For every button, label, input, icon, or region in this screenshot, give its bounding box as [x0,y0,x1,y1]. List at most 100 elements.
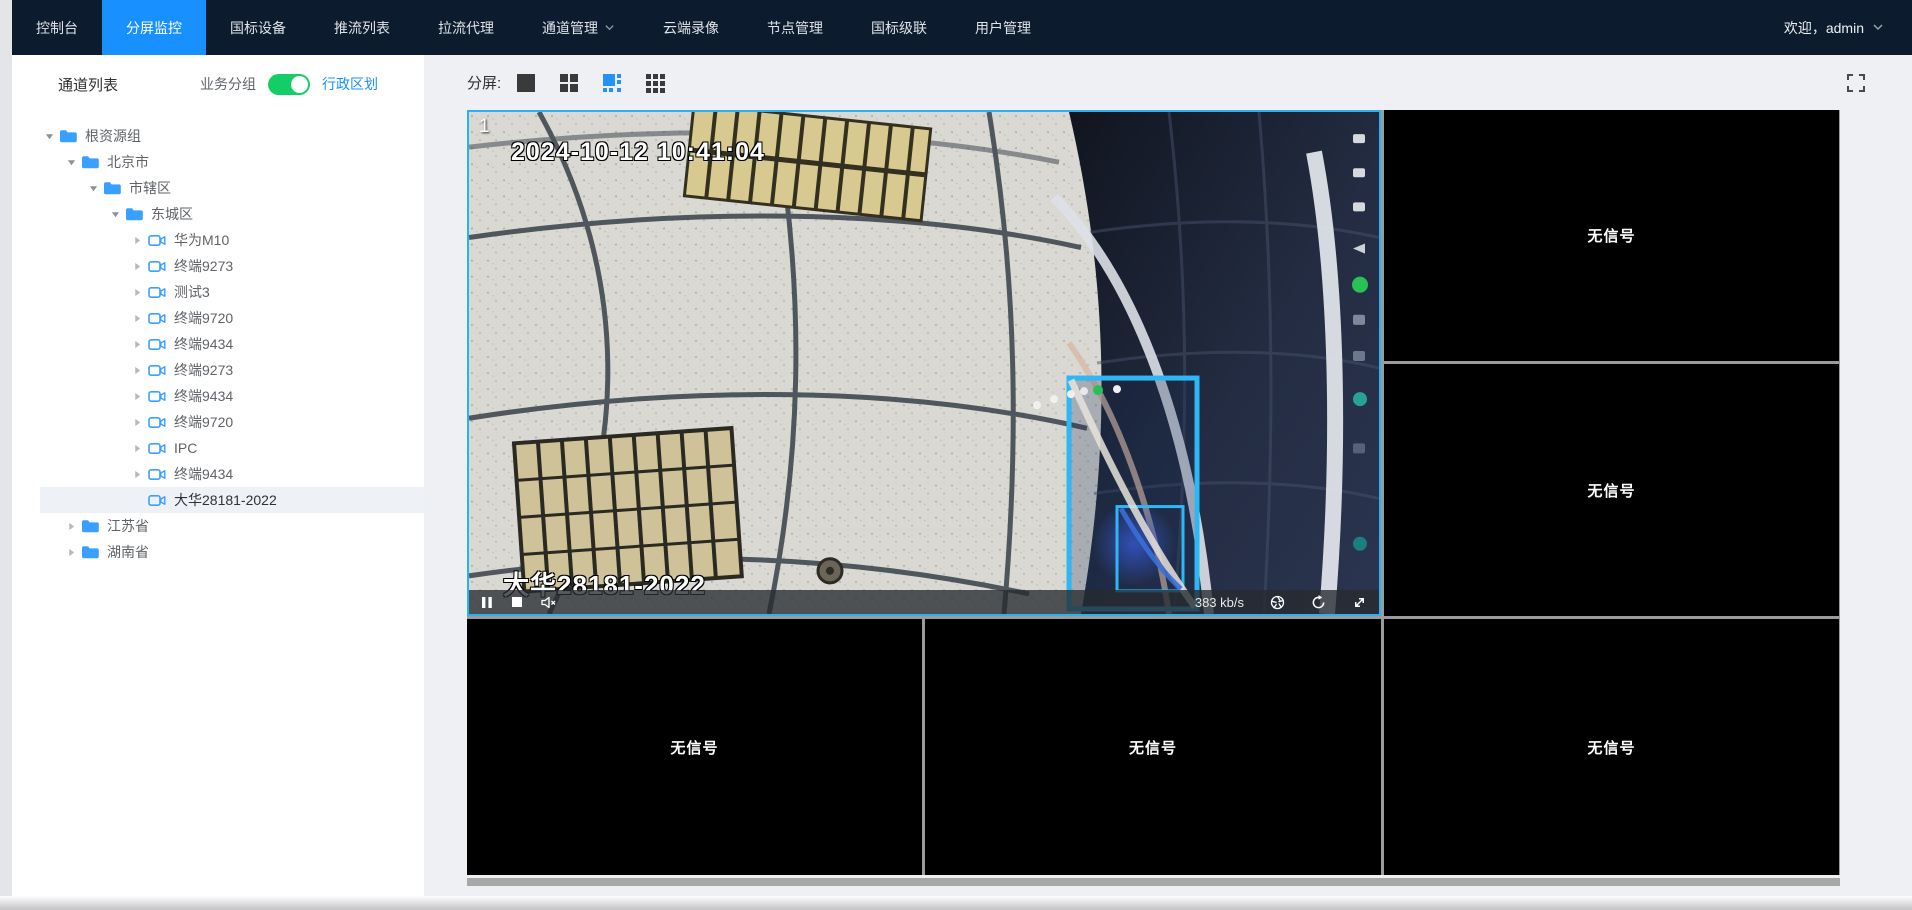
no-signal-text: 无信号 [1129,737,1177,758]
no-signal-text: 无信号 [1587,480,1635,501]
tree-item-folder-4[interactable]: 东城区 [12,201,424,227]
tree-item-folder-17[interactable]: 湖南省 [12,539,424,565]
tree-item-camera-8[interactable]: 终端9720 [12,305,424,331]
caret-right-icon[interactable] [130,363,144,377]
tree-item-camera-5[interactable]: 华为M10 [12,227,424,253]
admin-region-label[interactable]: 行政区划 [322,74,378,94]
sidebar-header: 通道列表 业务分组 行政区划 [12,55,424,113]
caret-right-icon[interactable] [130,337,144,351]
caret-right-icon[interactable] [64,545,78,559]
business-group-label: 业务分组 [200,74,256,94]
tree-item-label: 根资源组 [85,126,141,146]
sidebar-title: 通道列表 [58,74,118,95]
caret-down-icon[interactable] [86,181,100,195]
tree-item-camera-13[interactable]: IPC [12,435,424,461]
caret-down-icon[interactable] [108,207,122,221]
caret-right-icon[interactable] [130,285,144,299]
nav-item-5[interactable]: 拉流代理 [414,0,518,55]
nav-item-label: 通道管理 [542,18,598,38]
video-cell-no-signal[interactable]: 无信号 [1384,364,1839,616]
split-layout-4-button[interactable] [558,72,580,94]
caret-right-icon[interactable] [130,233,144,247]
tree-item-camera-11[interactable]: 终端9434 [12,383,424,409]
nav-item-label: 云端录像 [663,18,719,38]
camera-icon [148,390,166,403]
tree-item-camera-15[interactable]: 大华28181-2022 [40,487,424,513]
camera-video-frame [469,112,1379,614]
nav-item-2[interactable]: 分屏监控 [102,0,206,55]
tree-item-camera-9[interactable]: 终端9434 [12,331,424,357]
nav-item-label: 国标级联 [871,18,927,38]
stop-icon[interactable] [511,590,523,614]
caret-right-icon[interactable] [64,519,78,533]
shutter-settings-icon[interactable] [1270,590,1285,614]
nav-item-4[interactable]: 推流列表 [310,0,414,55]
expand-icon[interactable] [1352,590,1367,614]
tree-item-camera-6[interactable]: 终端9273 [12,253,424,279]
tree-item-folder-16[interactable]: 江苏省 [12,513,424,539]
camera-icon [148,312,166,325]
welcome-text: 欢迎，admin [1784,18,1864,38]
refresh-icon[interactable] [1311,590,1326,614]
tree-item-folder-3[interactable]: 市辖区 [12,175,424,201]
split-label: 分屏: [467,72,501,93]
split-layout-9-button[interactable] [644,72,666,94]
caret-right-icon[interactable] [130,311,144,325]
mute-icon[interactable] [541,590,557,614]
tree-item-label: 东城区 [151,204,193,224]
tree-item-folder-2[interactable]: 北京市 [12,149,424,175]
video-cell-no-signal[interactable]: 无信号 [1384,619,1839,875]
nav-item-1[interactable]: 控制台 [12,0,102,55]
caret-down-icon[interactable] [42,129,56,143]
nav-item-7[interactable]: 云端录像 [639,0,743,55]
pause-icon[interactable] [481,590,493,614]
tree-item-camera-7[interactable]: 测试3 [12,279,424,305]
video-cell-no-signal[interactable]: 无信号 [925,619,1381,875]
business-group-toggle[interactable] [268,74,310,95]
tree-item-camera-10[interactable]: 终端9273 [12,357,424,383]
caret-right-icon[interactable] [130,259,144,273]
folder-icon [82,519,99,533]
nav-item-10[interactable]: 用户管理 [951,0,1055,55]
nav-item-6[interactable]: 通道管理 [518,0,639,55]
caret-right-icon[interactable] [130,441,144,455]
horizontal-scrollbar[interactable] [467,878,1840,886]
toggle-knob [291,76,308,93]
fullscreen-icon[interactable] [1846,73,1866,93]
split-layout-1-button[interactable] [515,72,537,94]
caret-spacer [130,493,144,507]
top-nav: 控制台分屏监控国标设备推流列表拉流代理通道管理云端录像节点管理国标级联用户管理 … [12,0,1912,55]
tree-item-folder-1[interactable]: 根资源组 [12,123,424,149]
video-cell-active[interactable]: 1 2024-10-12 10:41:04 大华28181-2022 [467,110,1381,616]
no-signal-text: 无信号 [1587,225,1635,246]
folder-icon [104,181,121,195]
nav-item-3[interactable]: 国标设备 [206,0,310,55]
nav-item-8[interactable]: 节点管理 [743,0,847,55]
nav-item-label: 分屏监控 [126,18,182,38]
camera-icon [148,260,166,273]
user-menu[interactable]: 欢迎，admin [1756,0,1912,55]
video-cell-no-signal[interactable]: 无信号 [467,619,922,875]
app-root: 控制台分屏监控国标设备推流列表拉流代理通道管理云端录像节点管理国标级联用户管理 … [0,0,1912,910]
nav-item-label: 推流列表 [334,18,390,38]
video-cell-no-signal[interactable]: 无信号 [1384,110,1839,361]
tree-item-camera-12[interactable]: 终端9720 [12,409,424,435]
caret-right-icon[interactable] [130,389,144,403]
split-toolbar: 分屏: [467,55,1866,110]
split-layout-6-button[interactable] [601,72,623,94]
caret-right-icon[interactable] [130,467,144,481]
video-grid: 1 2024-10-12 10:41:04 大华28181-2022 [467,110,1840,875]
caret-down-icon[interactable] [64,155,78,169]
nav-item-label: 节点管理 [767,18,823,38]
channel-tree: 根资源组北京市市辖区东城区华为M10终端9273测试3终端9720终端9434终… [12,123,424,565]
main-area: 分屏: [424,55,1912,896]
bottom-edge-strip [0,896,1912,910]
camera-icon [148,338,166,351]
tree-item-camera-14[interactable]: 终端9434 [12,461,424,487]
camera-icon [148,416,166,429]
caret-right-icon[interactable] [130,415,144,429]
chevron-down-icon [604,20,615,36]
tree-item-label: 终端9434 [174,464,233,484]
nav-item-label: 拉流代理 [438,18,494,38]
nav-item-9[interactable]: 国标级联 [847,0,951,55]
